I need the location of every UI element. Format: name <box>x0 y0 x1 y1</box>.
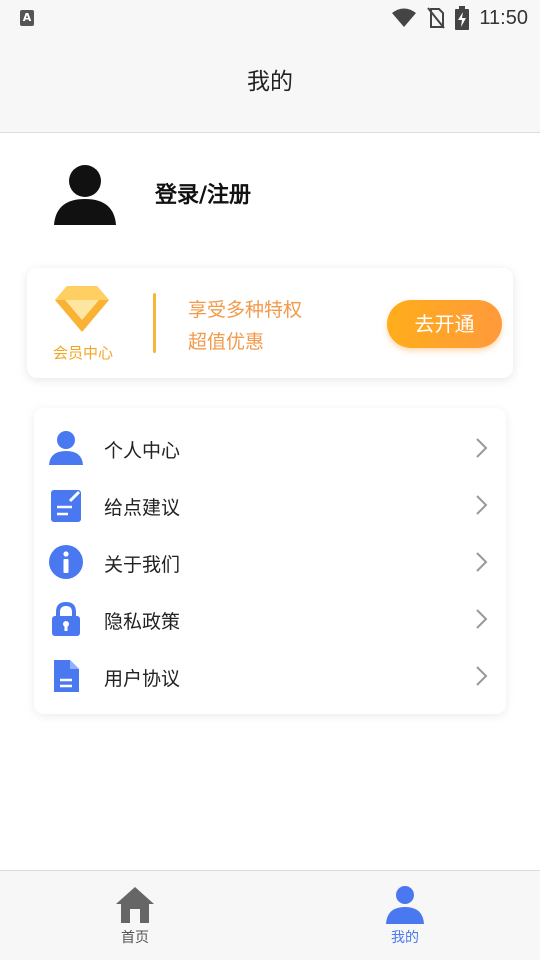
document-icon <box>48 658 84 694</box>
menu-item-personal-center[interactable]: 个人中心 <box>34 420 506 477</box>
person-icon <box>386 886 424 924</box>
open-vip-button[interactable]: 去开通 <box>387 300 502 348</box>
menu-item-label: 用户协议 <box>104 668 181 690</box>
tab-mine[interactable]: 我的 <box>270 871 540 960</box>
menu-item-label: 隐私政策 <box>104 611 181 633</box>
menu-item-about-us[interactable]: 关于我们 <box>34 534 506 591</box>
status-time: 11:50 <box>479 6 528 29</box>
tab-home[interactable]: 首页 <box>0 871 270 960</box>
vip-card[interactable]: 会员中心 享受多种特权 超值优惠 去开通 <box>27 268 513 378</box>
menu-item-label: 个人中心 <box>104 440 181 462</box>
menu-item-label: 关于我们 <box>104 554 181 576</box>
status-bar: A 11:50 <box>0 0 540 36</box>
tab-label: 我的 <box>391 930 419 946</box>
feedback-icon <box>48 487 84 523</box>
screen: A 11:50 我的 登录/注册 会员中心 享受多种特权 超值优惠 去开通 个人… <box>0 0 540 960</box>
chevron-right-icon <box>476 666 488 686</box>
vip-benefit-line2: 超值优惠 <box>188 331 265 353</box>
menu-item-label: 给点建议 <box>104 497 181 519</box>
chevron-right-icon <box>476 552 488 572</box>
status-icons: 11:50 <box>391 6 528 30</box>
chevron-right-icon <box>476 609 488 629</box>
tab-label: 首页 <box>121 930 149 946</box>
header: 我的 <box>0 36 540 133</box>
battery-charging-icon <box>455 6 470 30</box>
login-register-link[interactable]: 登录/注册 <box>155 177 251 209</box>
bottom-tab-bar: 首页 我的 <box>0 870 540 960</box>
wifi-icon <box>391 8 417 28</box>
diamond-icon <box>53 284 111 334</box>
chevron-right-icon <box>476 495 488 515</box>
user-avatar-icon[interactable] <box>52 161 118 227</box>
person-icon <box>48 430 84 466</box>
page-title: 我的 <box>247 69 293 95</box>
menu-item-feedback[interactable]: 给点建议 <box>34 477 506 534</box>
info-icon <box>48 544 84 580</box>
menu-item-user-agreement[interactable]: 用户协议 <box>34 648 506 705</box>
home-icon <box>116 887 154 923</box>
menu-card: 个人中心 给点建议 关于我们 隐私政策 用户协议 <box>34 408 506 714</box>
vip-divider <box>153 293 156 353</box>
menu-item-privacy-policy[interactable]: 隐私政策 <box>34 591 506 648</box>
lock-icon <box>48 601 84 637</box>
chevron-right-icon <box>476 438 488 458</box>
a-icon: A <box>20 10 34 26</box>
vip-center-label: 会员中心 <box>52 344 113 362</box>
profile-section[interactable]: 登录/注册 <box>0 133 540 253</box>
no-sim-icon <box>427 7 446 29</box>
vip-benefit-line1: 享受多种特权 <box>188 299 303 321</box>
